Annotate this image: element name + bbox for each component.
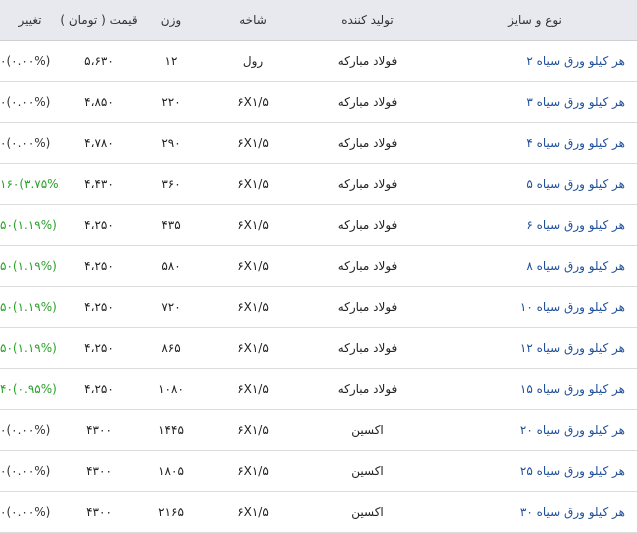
table-row: هر کیلو ورق سیاه ۱۵ فولاد مبارکه ۶X۱/۵ ۱۰۸۰… (0, 369, 637, 410)
header-producer: تولید کننده (341, 13, 394, 27)
weight-cell: ۱۴۴۵ (158, 423, 184, 437)
table-row: هر کیلو ورق سیاه ۵ فولاد مبارکه ۶X۱/۵ ۳۶۰ ۴،… (0, 164, 637, 205)
price-cell: ۴،۲۵۰ (84, 341, 114, 355)
producer-cell: فولاد مبارکه (337, 177, 398, 191)
weight-cell: ۱۸۰۵ (158, 464, 184, 478)
price-cell: ۴۳۰۰ (86, 423, 112, 437)
price-cell: ۴،۲۵۰ (84, 382, 114, 396)
producer-cell: اکسین (351, 505, 384, 519)
table-row: هر کیلو ورق سیاه ۴ فولاد مبارکه ۶X۱/۵ ۲۹۰ ۴،… (0, 123, 637, 164)
table-row: هر کیلو ورق سیاه ۳۰ اکسین ۶X۱/۵ ۲۱۶۵ ۴۳۰۰ ۰(۰… (0, 492, 637, 533)
price-cell: ۴،۲۵۰ (84, 259, 114, 273)
table-row: هر کیلو ورق سیاه ۱۰ فولاد مبارکه ۶X۱/۵ ۷۲۰ ۴… (0, 287, 637, 328)
header-change: تغییر (18, 13, 42, 27)
branch-cell: ۶X۱/۵ (237, 218, 269, 232)
product-link[interactable]: هر کیلو ورق سیاه ۱۵ (433, 382, 637, 396)
table-row: هر کیلو ورق سیاه ۱۲ فولاد مبارکه ۶X۱/۵ ۸۶۵ ۴… (0, 328, 637, 369)
table-row: هر کیلو ورق سیاه ۸ فولاد مبارکه ۶X۱/۵ ۵۸۰ ۴،… (0, 246, 637, 287)
producer-cell: فولاد مبارکه (337, 259, 398, 273)
producer-cell: فولاد مبارکه (337, 54, 398, 68)
product-link[interactable]: هر کیلو ورق سیاه ۱۲ (433, 341, 637, 355)
weight-cell: ۲۲۰ (161, 95, 181, 109)
branch-cell: ۶X۱/۵ (237, 177, 269, 191)
branch-cell: ۶X۱/۵ (237, 423, 269, 437)
price-cell: ۴۳۰۰ (86, 505, 112, 519)
producer-cell: فولاد مبارکه (337, 382, 398, 396)
producer-cell: فولاد مبارکه (337, 95, 398, 109)
change-cell: ۴۰(۰.۹۵%) (0, 382, 57, 396)
change-cell: ۱۶۰(۳.۷۵%) (0, 177, 60, 191)
product-link[interactable]: هر کیلو ورق سیاه ۶ (433, 218, 637, 232)
product-link[interactable]: هر کیلو ورق سیاه ۳ (433, 95, 637, 109)
producer-cell: فولاد مبارکه (337, 300, 398, 314)
branch-cell: ۶X۱/۵ (237, 464, 269, 478)
branch-cell: ۶X۱/۵ (237, 136, 269, 150)
change-cell: ۰(۰.۰۰%) (0, 505, 51, 519)
product-link[interactable]: هر کیلو ورق سیاه ۲۰ (433, 423, 637, 437)
price-cell: ۴،۲۵۰ (84, 300, 114, 314)
table-row: هر کیلو ورق سیاه ۲ فولاد مبارکه رول ۱۲ ۵،۶۳۰… (0, 41, 637, 82)
branch-cell: ۶X۱/۵ (237, 95, 269, 109)
price-cell: ۵،۶۳۰ (84, 54, 114, 68)
header-branch: شاخه (239, 13, 267, 27)
weight-cell: ۳۶۰ (161, 177, 181, 191)
price-cell: ۴۳۰۰ (86, 464, 112, 478)
table-row: هر کیلو ورق سیاه ۲۵ اکسین ۶X۱/۵ ۱۸۰۵ ۴۳۰۰ ۰(۰… (0, 451, 637, 492)
change-cell: ۵۰(۱.۱۹%) (0, 218, 57, 232)
branch-cell: ۶X۱/۵ (237, 382, 269, 396)
weight-cell: ۲۹۰ (161, 136, 181, 150)
producer-cell: اکسین (351, 423, 384, 437)
table-row: هر کیلو ورق سیاه ۶ فولاد مبارکه ۶X۱/۵ ۴۳۵ ۴،… (0, 205, 637, 246)
weight-cell: ۱۲ (164, 54, 178, 68)
change-cell: ۰(۰.۰۰%) (0, 54, 51, 68)
table-header: نوع و سایز تولید کننده شاخه وزن قیمت ( ت… (0, 0, 637, 41)
change-cell: ۵۰(۱.۱۹%) (0, 259, 57, 273)
weight-cell: ۷۲۰ (161, 300, 181, 314)
producer-cell: اکسین (351, 464, 384, 478)
weight-cell: ۵۸۰ (161, 259, 181, 273)
change-cell: ۵۰(۱.۱۹%) (0, 300, 57, 314)
product-link[interactable]: هر کیلو ورق سیاه ۱۰ (433, 300, 637, 314)
product-link[interactable]: هر کیلو ورق سیاه ۴ (433, 136, 637, 150)
header-price: قیمت ( تومان ) (60, 13, 138, 27)
product-link[interactable]: هر کیلو ورق سیاه ۳۰ (433, 505, 637, 519)
price-table: نوع و سایز تولید کننده شاخه وزن قیمت ( ت… (0, 0, 637, 533)
branch-cell: ۶X۱/۵ (237, 505, 269, 519)
change-cell: ۰(۰.۰۰%) (0, 423, 51, 437)
price-cell: ۴،۸۵۰ (84, 95, 114, 109)
product-link[interactable]: هر کیلو ورق سیاه ۸ (433, 259, 637, 273)
branch-cell: ۶X۱/۵ (237, 341, 269, 355)
producer-cell: فولاد مبارکه (337, 136, 398, 150)
product-link[interactable]: هر کیلو ورق سیاه ۲۵ (433, 464, 637, 478)
weight-cell: ۱۰۸۰ (158, 382, 184, 396)
table-row: هر کیلو ورق سیاه ۳ فولاد مبارکه ۶X۱/۵ ۲۲۰ ۴،… (0, 82, 637, 123)
producer-cell: فولاد مبارکه (337, 341, 398, 355)
product-link[interactable]: هر کیلو ورق سیاه ۵ (433, 177, 637, 191)
weight-cell: ۲۱۶۵ (158, 505, 184, 519)
branch-cell: ۶X۱/۵ (237, 259, 269, 273)
table-row: هر کیلو ورق سیاه ۲۰ اکسین ۶X۱/۵ ۱۴۴۵ ۴۳۰۰ ۰(۰… (0, 410, 637, 451)
weight-cell: ۴۳۵ (161, 218, 181, 232)
header-type-size: نوع و سایز (508, 13, 562, 27)
branch-cell: ۶X۱/۵ (237, 300, 269, 314)
producer-cell: فولاد مبارکه (337, 218, 398, 232)
change-cell: ۵۰(۱.۱۹%) (0, 341, 57, 355)
weight-cell: ۸۶۵ (161, 341, 181, 355)
price-cell: ۴،۲۵۰ (84, 218, 114, 232)
change-cell: ۰(۰.۰۰%) (0, 95, 51, 109)
change-cell: ۰(۰.۰۰%) (0, 136, 51, 150)
price-cell: ۴،۴۳۰ (84, 177, 114, 191)
header-weight: وزن (160, 13, 182, 27)
table-body: هر کیلو ورق سیاه ۲ فولاد مبارکه رول ۱۲ ۵،۶۳۰… (0, 41, 637, 533)
price-cell: ۴،۷۸۰ (84, 136, 114, 150)
change-cell: ۰(۰.۰۰%) (0, 464, 51, 478)
product-link[interactable]: هر کیلو ورق سیاه ۲ (433, 54, 637, 68)
branch-cell: رول (242, 54, 264, 68)
